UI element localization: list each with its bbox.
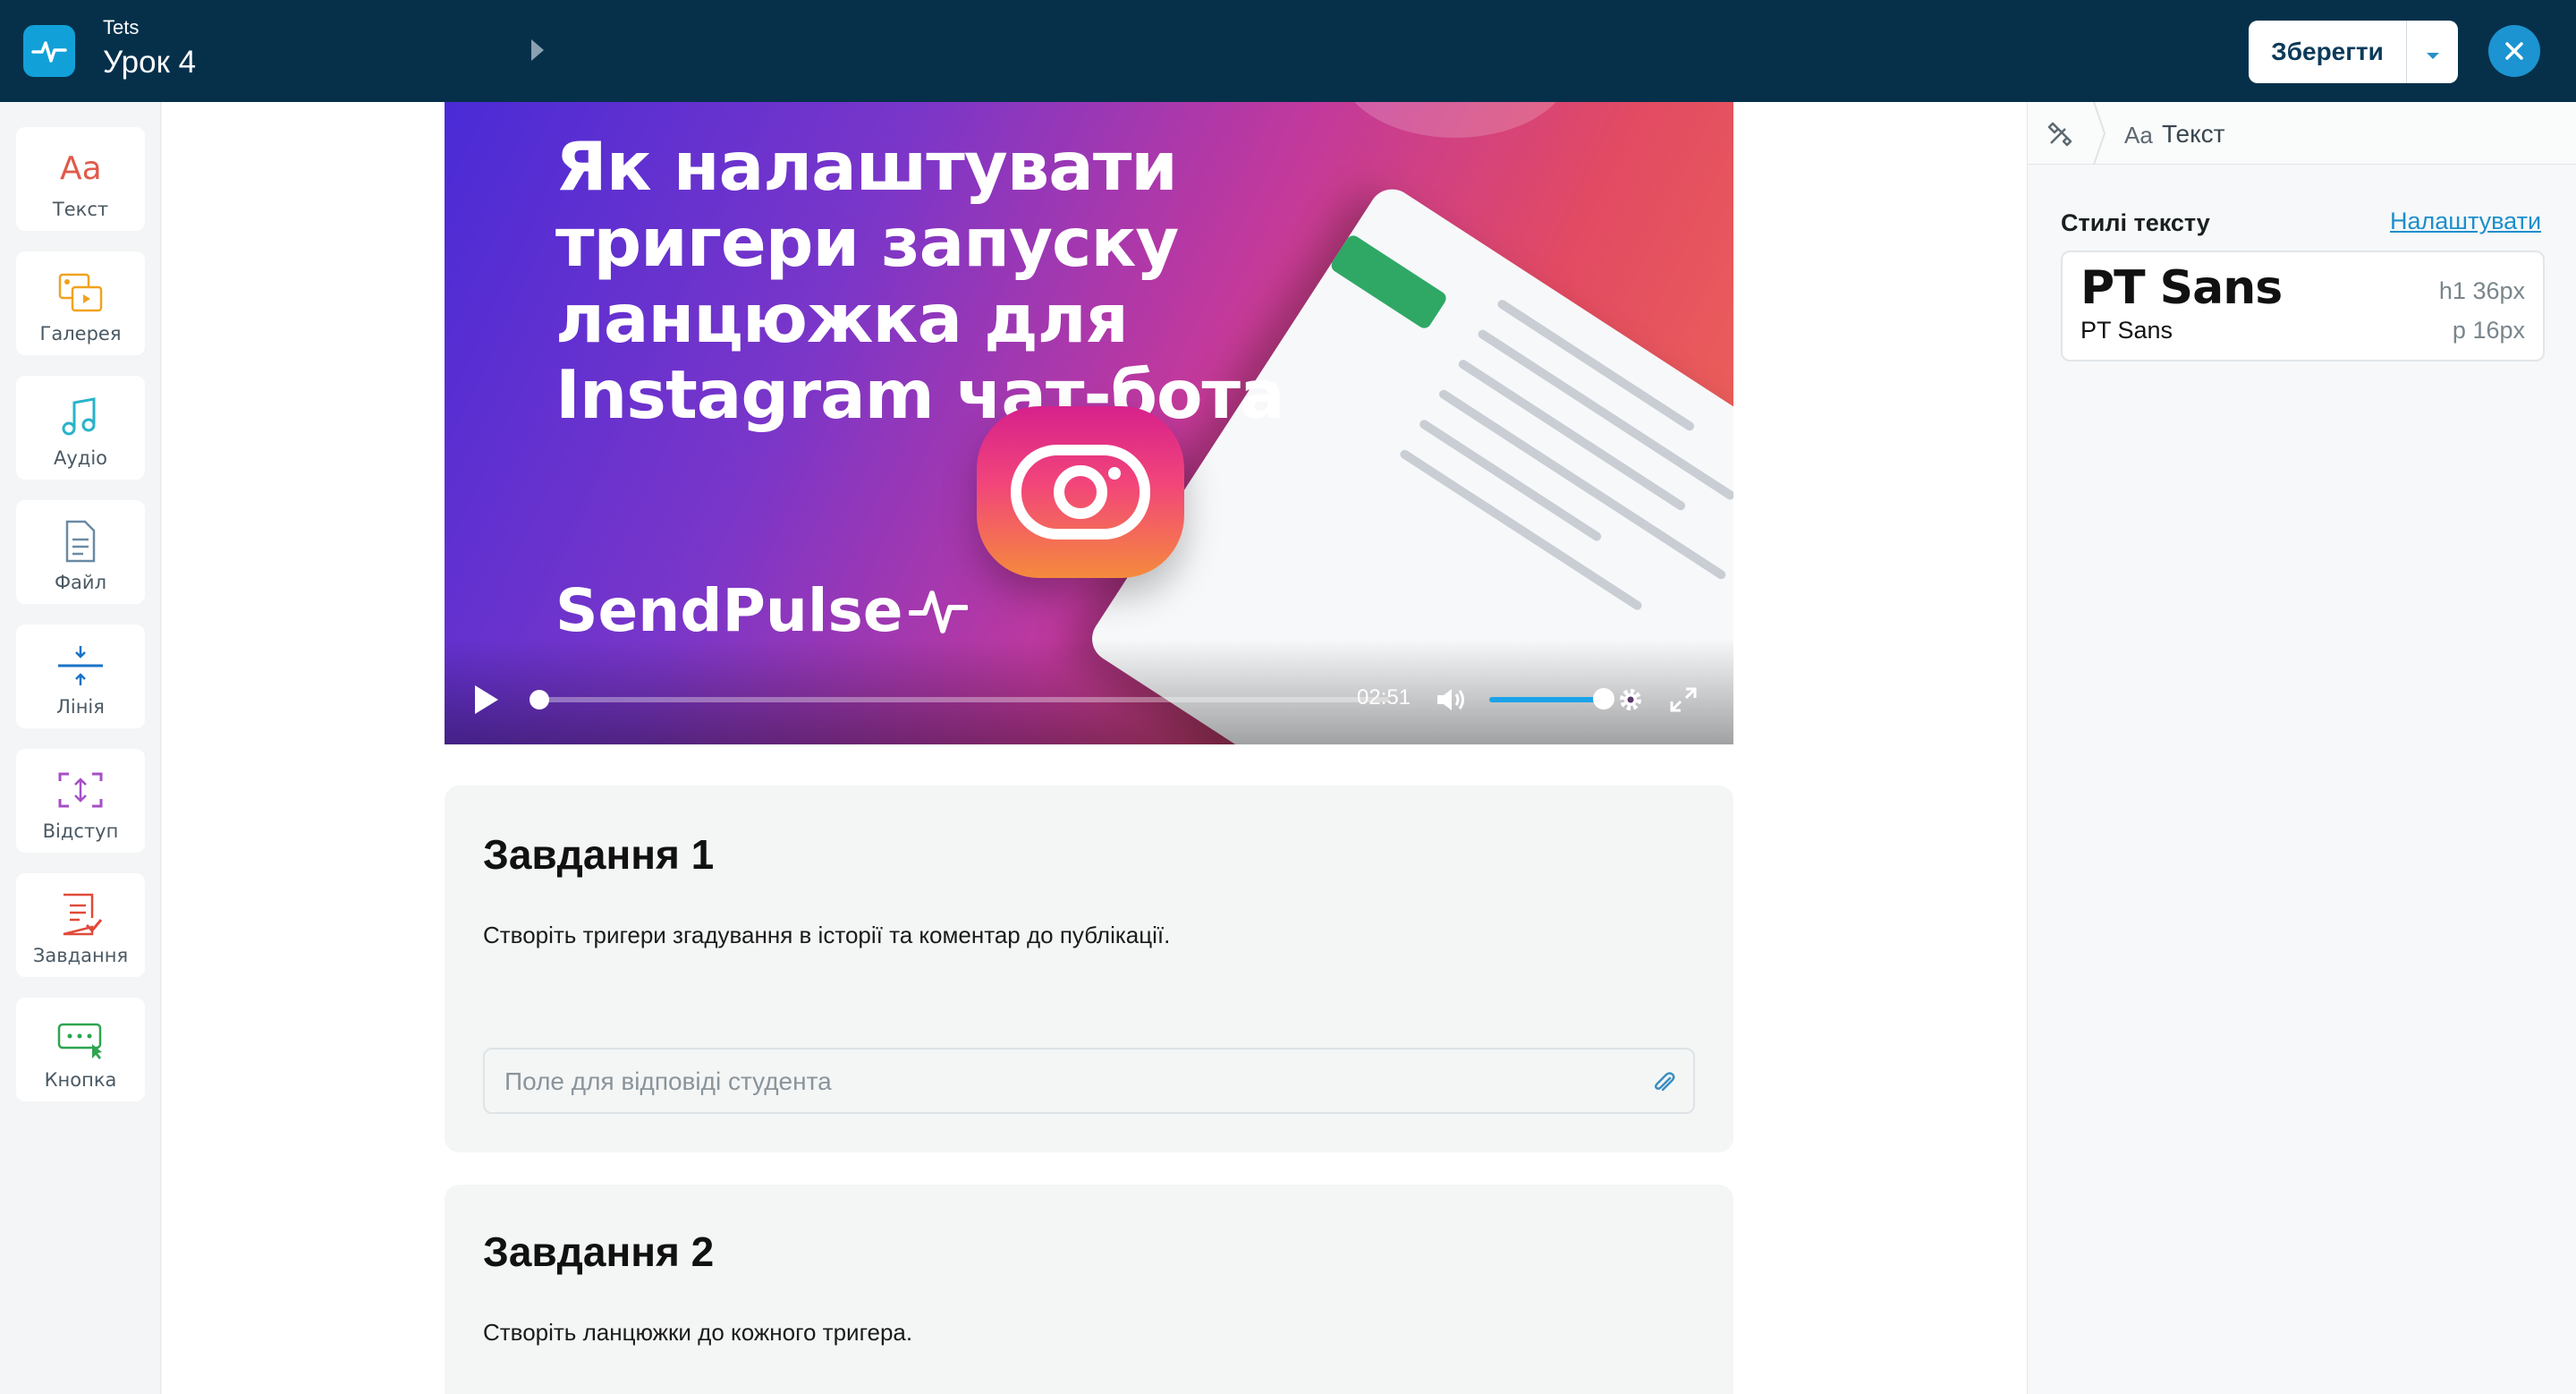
- video-time: 02:51: [1357, 685, 1411, 710]
- tool-gallery[interactable]: Галерея: [16, 251, 145, 355]
- heading-font-size: h1 36px: [2438, 277, 2525, 304]
- brand-logo: SendPulse: [555, 576, 968, 645]
- line-icon: [58, 646, 103, 685]
- volume-handle[interactable]: [1593, 688, 1614, 710]
- video-controls: 02:51: [445, 675, 1733, 737]
- spacing-icon: [58, 772, 103, 808]
- tool-task[interactable]: Завдання: [16, 873, 145, 977]
- paragraph-font-size: p 16px: [2452, 317, 2525, 344]
- task-description: Створіть ланцюжки до кожного тригера.: [483, 1319, 913, 1346]
- tool-audio[interactable]: Аудіо: [16, 376, 145, 480]
- tool-label: Файл: [54, 572, 107, 593]
- tool-label: Галерея: [39, 323, 122, 344]
- chevron-down-icon: [2426, 52, 2439, 59]
- task-description: Створіть тригери згадування в історії та…: [483, 922, 1171, 948]
- video-player[interactable]: Як налаштувати тригери запуску ланцюжка …: [445, 102, 1733, 744]
- tool-spacing[interactable]: Відступ: [16, 749, 145, 853]
- pulse-icon[interactable]: [23, 25, 75, 77]
- paperclip-icon[interactable]: [1650, 1069, 1677, 1096]
- font-style-card[interactable]: PT Sans PT Sans h1 36px p 16px: [2061, 251, 2545, 361]
- close-button[interactable]: [2488, 25, 2540, 77]
- tool-file[interactable]: Файл: [16, 500, 145, 604]
- task-block[interactable]: Завдання 1 Створіть тригери згадування в…: [445, 786, 1733, 1152]
- text-aa-icon: Aa: [60, 150, 102, 187]
- tool-label: Кнопка: [44, 1069, 117, 1091]
- tool-line[interactable]: Лінія: [16, 625, 145, 728]
- volume-slider[interactable]: [1489, 697, 1604, 702]
- text-styles-heading: Стилі тексту: [2061, 209, 2210, 236]
- gallery-icon: [58, 273, 103, 312]
- tool-label: Завдання: [32, 945, 129, 966]
- breadcrumb-current: Текст: [2162, 120, 2225, 148]
- brand-name: SendPulse: [555, 576, 903, 645]
- configure-link[interactable]: Налаштувати: [2390, 208, 2541, 235]
- tool-label: Відступ: [42, 820, 119, 842]
- play-icon[interactable]: [475, 685, 498, 714]
- top-bar: Tets Урок 4 Зберегти: [0, 0, 2576, 102]
- instagram-icon: [977, 406, 1184, 578]
- task-title: Завдання 2: [483, 1228, 715, 1275]
- paragraph-font-sample: PT Sans: [2080, 317, 2174, 344]
- file-icon: [65, 520, 96, 563]
- pulse-icon: [908, 590, 968, 633]
- volume-icon[interactable]: [1434, 685, 1470, 714]
- settings-panel: Aa Текст Стилі тексту Налаштувати PT San…: [2027, 102, 2576, 1394]
- student-answer-field[interactable]: [483, 1048, 1695, 1114]
- answer-input[interactable]: [504, 1066, 1614, 1098]
- lesson-canvas: Як налаштувати тригери запуску ланцюжка …: [162, 102, 2027, 1394]
- save-button[interactable]: Зберегти: [2249, 21, 2406, 83]
- gear-icon[interactable]: [1616, 685, 1645, 714]
- button-icon: [57, 1023, 102, 1059]
- tool-button[interactable]: Кнопка: [16, 998, 145, 1101]
- seek-bar[interactable]: [530, 697, 1389, 702]
- save-options-dropdown[interactable]: [2407, 21, 2458, 83]
- task-block[interactable]: Завдання 2 Створіть ланцюжки до кожного …: [445, 1185, 1733, 1394]
- tool-text[interactable]: Aa Текст: [16, 127, 145, 231]
- tools-icon[interactable]: [2046, 120, 2074, 149]
- tool-label: Текст: [52, 199, 109, 220]
- seek-handle[interactable]: [529, 690, 549, 710]
- block-toolbar: Aa Текст Галерея Аудіо Файл Лінія Відсту…: [0, 102, 161, 1394]
- save-button-group: Зберегти: [2249, 21, 2458, 83]
- course-name: Tets: [103, 16, 140, 38]
- svg-text:Aa: Aa: [60, 150, 102, 187]
- text-aa-icon: Aa: [2124, 122, 2153, 149]
- heading-font-sample: PT Sans: [2080, 261, 2283, 315]
- task-title: Завдання 1: [483, 831, 715, 878]
- task-icon: [63, 893, 103, 936]
- breadcrumb: Aa Текст: [2028, 102, 2576, 165]
- lesson-title: Урок 4: [103, 45, 197, 80]
- fullscreen-icon[interactable]: [1668, 685, 1699, 714]
- tool-label: Лінія: [56, 696, 105, 718]
- breadcrumb-separator: [2093, 102, 2106, 165]
- video-headline: Як налаштувати тригери запуску ланцюжка …: [555, 127, 1285, 434]
- close-icon: [2505, 42, 2523, 60]
- expand-panel-icon[interactable]: [531, 39, 544, 61]
- tool-label: Аудіо: [54, 447, 107, 469]
- audio-icon: [62, 397, 96, 436]
